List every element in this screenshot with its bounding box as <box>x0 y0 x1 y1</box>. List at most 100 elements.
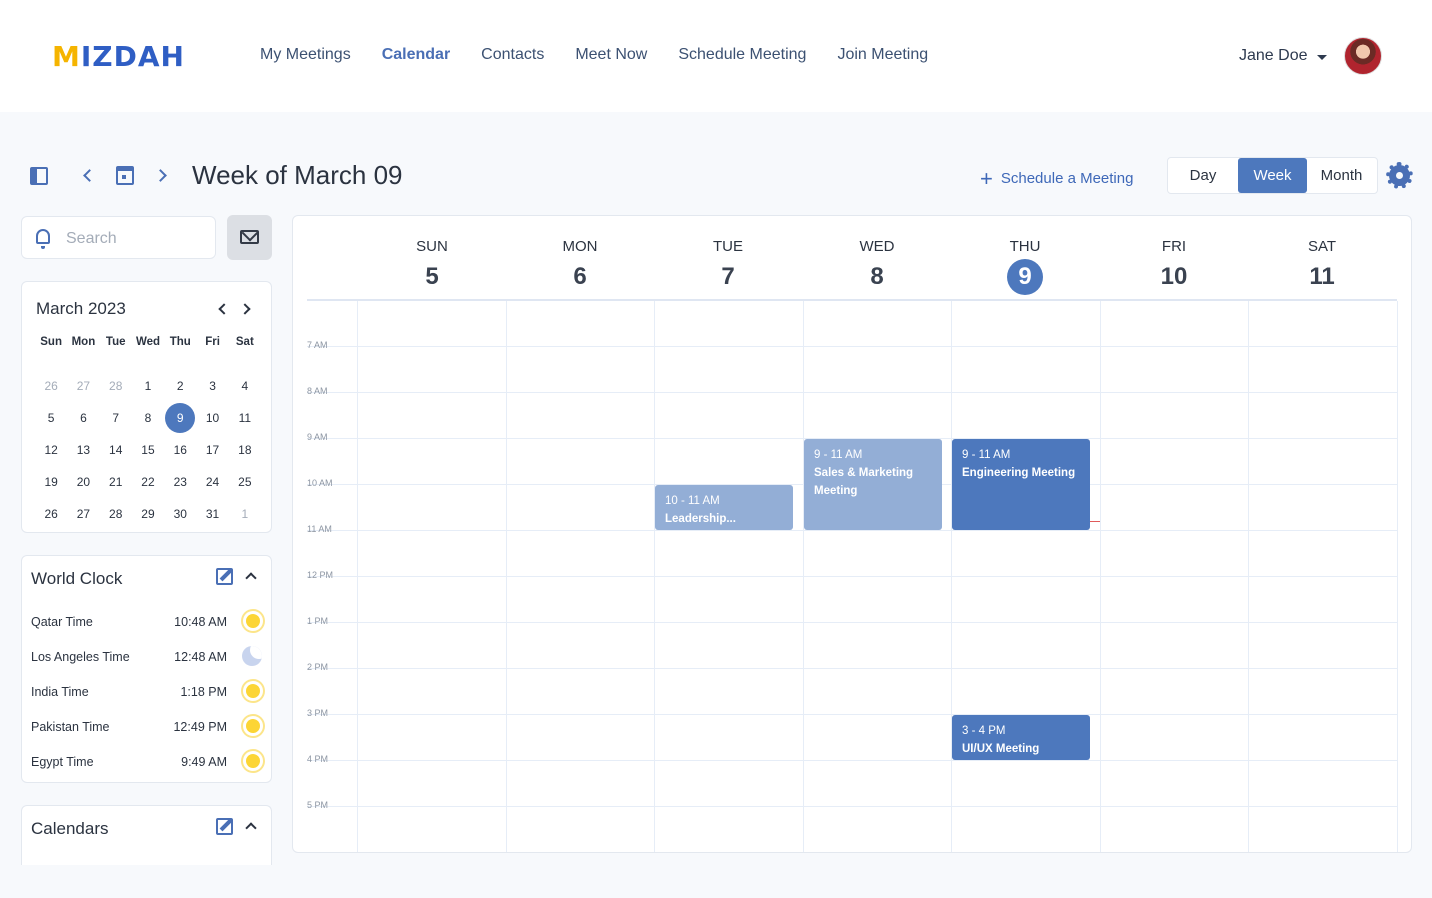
day-header-sat[interactable]: SAT 11 <box>1282 238 1362 295</box>
mini-calendar-day[interactable]: 3 <box>196 379 228 393</box>
logo-text: IZDAH <box>80 40 185 73</box>
day-number: 9 <box>176 411 184 425</box>
day-number: 29 <box>141 507 155 521</box>
clock-time: 12:48 AM <box>174 650 227 664</box>
mini-calendar-day[interactable]: 19 <box>35 475 67 489</box>
chevron-left-icon[interactable] <box>218 303 230 315</box>
page-title: Week of March 09 <box>192 160 403 190</box>
day-number: 30 <box>173 507 187 521</box>
mini-calendar-day[interactable]: 8 <box>132 411 164 425</box>
mini-calendar-today[interactable]: 9 <box>164 403 196 433</box>
view-day-button[interactable]: Day <box>1172 158 1234 193</box>
mini-calendar-day[interactable]: 14 <box>100 443 132 457</box>
day-header-fri[interactable]: FRI 10 <box>1134 238 1214 295</box>
event-card[interactable]: 9 - 11 AM Sales & Marketing Meeting <box>804 439 942 530</box>
edit-icon[interactable] <box>216 568 233 585</box>
mini-calendar-day[interactable]: 6 <box>67 411 99 425</box>
calendar-icon[interactable] <box>116 166 134 185</box>
day-number: 25 <box>238 475 252 489</box>
day-header-wed[interactable]: WED 8 <box>837 238 917 295</box>
day-number: 24 <box>205 475 220 489</box>
event-title: Sales & Marketing Meeting <box>814 467 914 497</box>
chevron-right-icon[interactable] <box>239 303 251 315</box>
mini-calendar-day[interactable]: 24 <box>196 475 228 489</box>
mini-calendar-day[interactable]: 30 <box>164 507 196 521</box>
mini-calendar-day[interactable]: 26 <box>35 379 67 393</box>
edit-icon[interactable] <box>216 818 233 835</box>
day-number: 12 <box>44 443 58 457</box>
nav-link-schedule-meeting[interactable]: Schedule Meeting <box>678 46 806 64</box>
sun-icon <box>246 754 260 768</box>
mini-calendar-day[interactable]: 4 <box>229 379 261 393</box>
view-month-button[interactable]: Month <box>1308 158 1375 193</box>
mini-calendar-day[interactable]: 10 <box>196 411 228 425</box>
clock-time: 1:18 PM <box>180 685 227 699</box>
nav-link-calendar[interactable]: Calendar <box>382 46 450 64</box>
day-header-tue[interactable]: TUE 7 <box>688 238 768 295</box>
mini-calendar-day[interactable]: 17 <box>196 443 228 457</box>
gear-icon[interactable] <box>1389 165 1410 186</box>
week-calendar: SUN 5 MON 6 TUE 7 WED 8 THU 9 FRI 10 SAT 11 7 AM 8 AM 9 … <box>292 215 1412 853</box>
user-name[interactable]: Jane Doe <box>1239 47 1308 65</box>
mail-button[interactable] <box>227 215 272 260</box>
schedule-meeting-button[interactable]: + Schedule a Meeting <box>980 166 1133 192</box>
mini-calendar-day[interactable]: 28 <box>100 379 132 393</box>
mini-calendar-day[interactable]: 26 <box>35 507 67 521</box>
day-number: 21 <box>109 475 123 489</box>
mini-calendar-day[interactable]: 20 <box>67 475 99 489</box>
day-header-mon[interactable]: MON 6 <box>540 238 620 295</box>
mini-calendar-day[interactable]: 27 <box>67 379 99 393</box>
sidebar-toggle-icon[interactable] <box>30 167 48 185</box>
plus-icon: + <box>980 166 993 191</box>
chevron-up-icon[interactable] <box>245 572 257 584</box>
chevron-up-icon[interactable] <box>245 822 257 834</box>
nav-link-my-meetings[interactable]: My Meetings <box>260 46 351 64</box>
day-number: 18 <box>238 443 252 457</box>
world-clock-row: Los Angeles Time 12:48 AM <box>31 646 263 668</box>
day-number: 10 <box>205 411 220 425</box>
mini-calendar-week: 19 20 21 22 23 24 25 <box>35 466 261 498</box>
event-card[interactable]: 10 - 11 AM Leadership... <box>655 485 793 530</box>
mini-calendar-day[interactable]: 5 <box>35 411 67 425</box>
day-number: 7 <box>112 411 120 425</box>
event-card[interactable]: 3 - 4 PM UI/UX Meeting <box>952 715 1090 760</box>
mini-calendar-day[interactable]: 2 <box>164 379 196 393</box>
day-number: 4 <box>241 379 249 393</box>
chevron-right-icon[interactable] <box>154 169 167 182</box>
nav-link-contacts[interactable]: Contacts <box>481 46 544 64</box>
mini-calendar-day[interactable]: 11 <box>229 411 261 425</box>
mini-calendar-day[interactable]: 27 <box>67 507 99 521</box>
day-header-thu[interactable]: THU 9 <box>985 238 1065 295</box>
mini-calendar-day[interactable]: 31 <box>196 507 228 521</box>
mini-calendar-day[interactable]: 7 <box>100 411 132 425</box>
search-placeholder: Search <box>66 230 117 247</box>
sun-icon <box>246 684 260 698</box>
mini-calendar-day[interactable]: 23 <box>164 475 196 489</box>
mini-calendar-week: 26 27 28 29 30 31 1 <box>35 498 261 530</box>
day-header-sun[interactable]: SUN 5 <box>392 238 472 295</box>
nav-link-join-meeting[interactable]: Join Meeting <box>837 46 928 64</box>
chevron-left-icon[interactable] <box>83 169 96 182</box>
nav-link-meet-now[interactable]: Meet Now <box>575 46 647 64</box>
avatar[interactable] <box>1344 37 1382 75</box>
mini-calendar-day[interactable]: 21 <box>100 475 132 489</box>
event-card[interactable]: 9 - 11 AM Engineering Meeting <box>952 439 1090 530</box>
caret-down-icon[interactable] <box>1317 55 1327 60</box>
view-week-button[interactable]: Week <box>1238 158 1307 193</box>
world-clock-card: World Clock Qatar Time 10:48 AM Los Angele… <box>21 555 272 783</box>
mini-calendar-day[interactable]: 25 <box>229 475 261 489</box>
mini-calendar-day[interactable]: 15 <box>132 443 164 457</box>
mini-calendar-day[interactable]: 22 <box>132 475 164 489</box>
mizdah-logo[interactable]: MIZDAH <box>52 40 185 73</box>
event-time: 10 - 11 AM <box>665 495 720 507</box>
mini-calendar-day[interactable]: 18 <box>229 443 261 457</box>
mini-calendar-day[interactable]: 29 <box>132 507 164 521</box>
mini-calendar-day[interactable]: 28 <box>100 507 132 521</box>
search-input[interactable]: Search <box>21 216 216 259</box>
mini-calendar-day[interactable]: 16 <box>164 443 196 457</box>
day-number: 11 <box>238 411 252 425</box>
mini-calendar-day[interactable]: 12 <box>35 443 67 457</box>
mini-calendar-day[interactable]: 1 <box>229 507 261 521</box>
mini-calendar-day[interactable]: 13 <box>67 443 99 457</box>
mini-calendar-day[interactable]: 1 <box>132 379 164 393</box>
